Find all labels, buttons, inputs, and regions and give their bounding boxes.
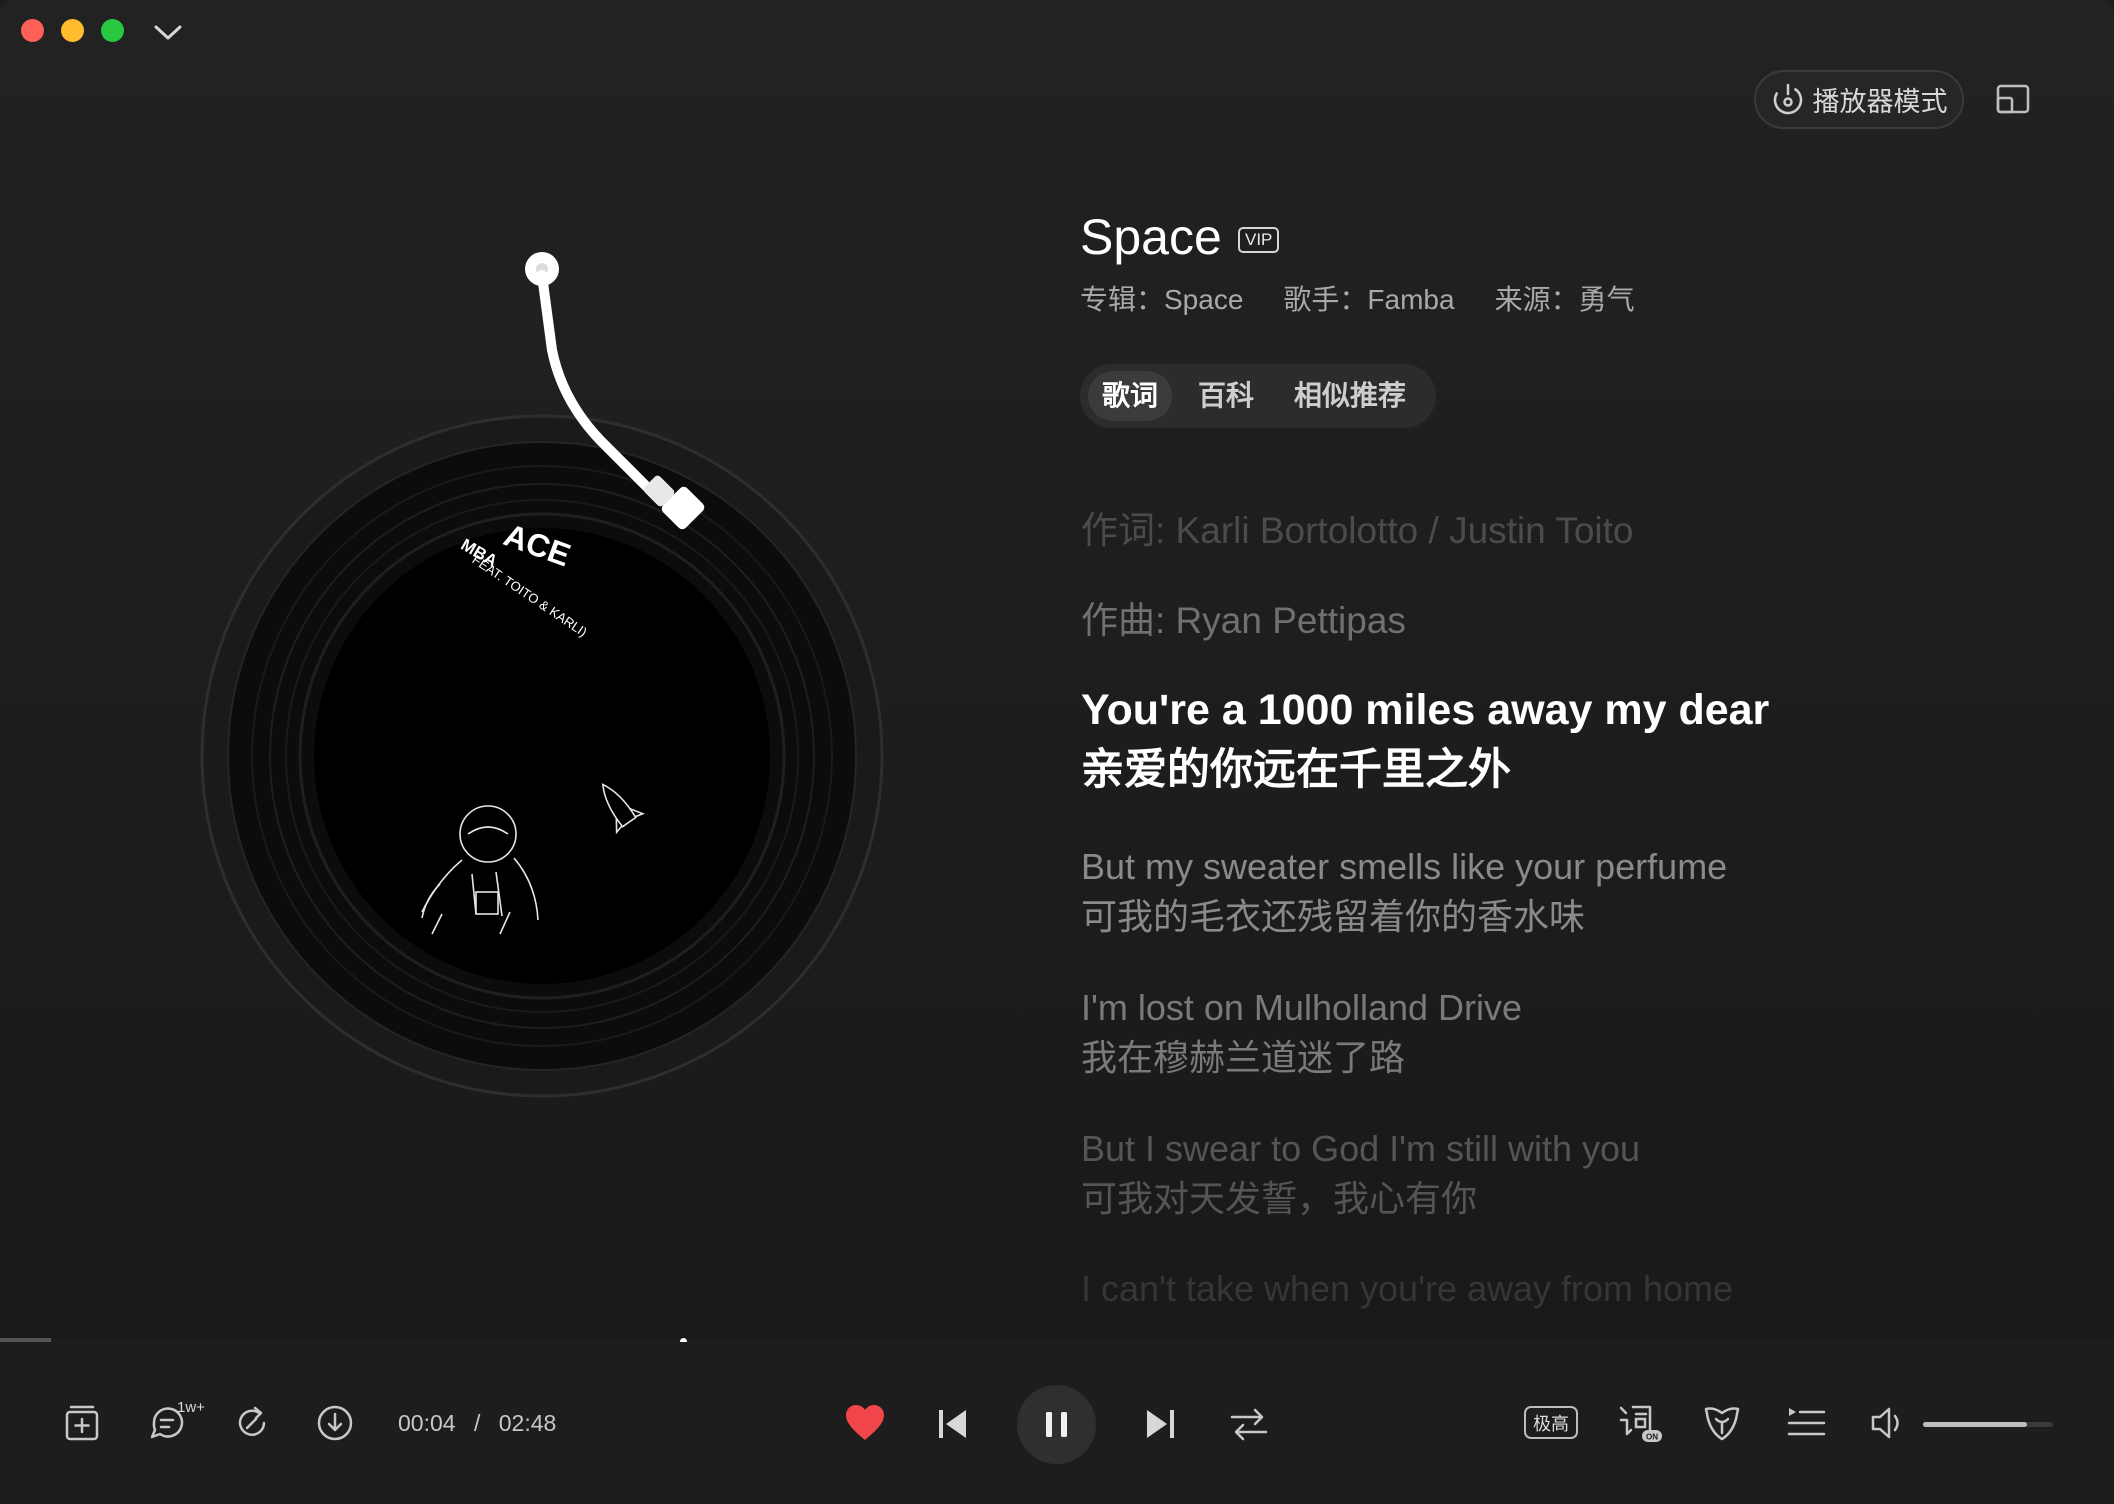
pause-icon (1046, 1412, 1067, 1437)
time-display: 00:04 / 02:48 (398, 1410, 556, 1437)
zoom-window-button[interactable] (101, 19, 124, 42)
volume-level (1923, 1422, 2027, 1427)
lyric-line[interactable]: But my sweater smells like your perfume (1081, 842, 1727, 892)
total-duration: 02:48 (498, 1410, 557, 1436)
player-mode-button[interactable]: 播放器模式 (1754, 70, 1964, 129)
vip-badge: VIP (1238, 227, 1280, 253)
sound-effect-icon[interactable] (1702, 1403, 1742, 1443)
playlist-icon[interactable] (1786, 1405, 1826, 1441)
lyric-line[interactable]: 作词: Karli Bortolotto / Justin Toito (1081, 500, 1634, 554)
minimize-window-button[interactable] (61, 19, 84, 42)
lyric-line[interactable]: 可我的毛衣还残留着你的香水味 (1081, 892, 1585, 942)
mini-player-icon[interactable] (1996, 84, 2030, 114)
share-icon[interactable] (233, 1404, 271, 1442)
lyric-line[interactable]: 可我对天发誓，我心有你 (1081, 1174, 1477, 1224)
chevron-down-icon[interactable] (153, 20, 183, 44)
song-title: Space (1080, 209, 1222, 265)
quality-button[interactable]: 极高 (1524, 1406, 1578, 1439)
comment-count-badge: 1w+ (177, 1399, 205, 1416)
heart-icon[interactable] (843, 1402, 887, 1444)
tab-similar[interactable]: 相似推荐 (1280, 371, 1420, 421)
add-to-playlist-icon[interactable] (63, 1404, 101, 1442)
song-meta: 专辑：Space 歌手：Famba 来源：勇气 (1080, 278, 1635, 318)
current-lyric-en[interactable]: You're a 1000 miles away my dear (1081, 680, 1769, 740)
download-icon[interactable] (316, 1404, 354, 1442)
info-tabs: 歌词 百科 相似推荐 (1080, 364, 1436, 428)
source-link[interactable]: 来源：勇气 (1495, 278, 1635, 318)
player-window: 播放器模式 ACE MBA FEAT. TOITO & KARLI) Space… (0, 0, 2114, 1504)
next-icon[interactable] (1143, 1407, 1177, 1441)
lyric-line[interactable]: I can't take when you're away from home (1081, 1268, 1733, 1310)
lyric-line[interactable]: But I swear to God I'm still with you (1081, 1124, 1640, 1174)
time-separator: / (473, 1410, 481, 1436)
artist-link[interactable]: 歌手：Famba (1283, 278, 1454, 318)
window-controls (21, 19, 124, 42)
lyrics-toggle-icon[interactable]: ON (1617, 1402, 1663, 1444)
close-window-button[interactable] (21, 19, 44, 42)
tab-lyrics[interactable]: 歌词 (1088, 371, 1173, 421)
volume-icon[interactable] (1869, 1405, 1907, 1441)
album-link[interactable]: 专辑：Space (1080, 278, 1243, 318)
svg-text:ON: ON (1646, 1433, 1658, 1442)
pause-button[interactable] (1017, 1385, 1096, 1464)
current-lyric-zh[interactable]: 亲爱的你远在千里之外 (1081, 740, 1511, 800)
repeat-icon[interactable] (1229, 1405, 1269, 1443)
current-time: 00:04 (398, 1410, 456, 1436)
player-mode-label: 播放器模式 (1812, 87, 1948, 117)
tonearm (525, 252, 705, 530)
tab-wiki[interactable]: 百科 (1184, 371, 1268, 421)
lyric-line[interactable]: I'm lost on Mulholland Drive (1081, 983, 1522, 1033)
previous-icon[interactable] (936, 1407, 970, 1441)
lyric-line[interactable]: 作曲: Ryan Pettipas (1081, 590, 1406, 644)
lyric-line[interactable]: 我在穆赫兰道迷了路 (1081, 1033, 1405, 1083)
power-disc-icon (1773, 83, 1802, 114)
